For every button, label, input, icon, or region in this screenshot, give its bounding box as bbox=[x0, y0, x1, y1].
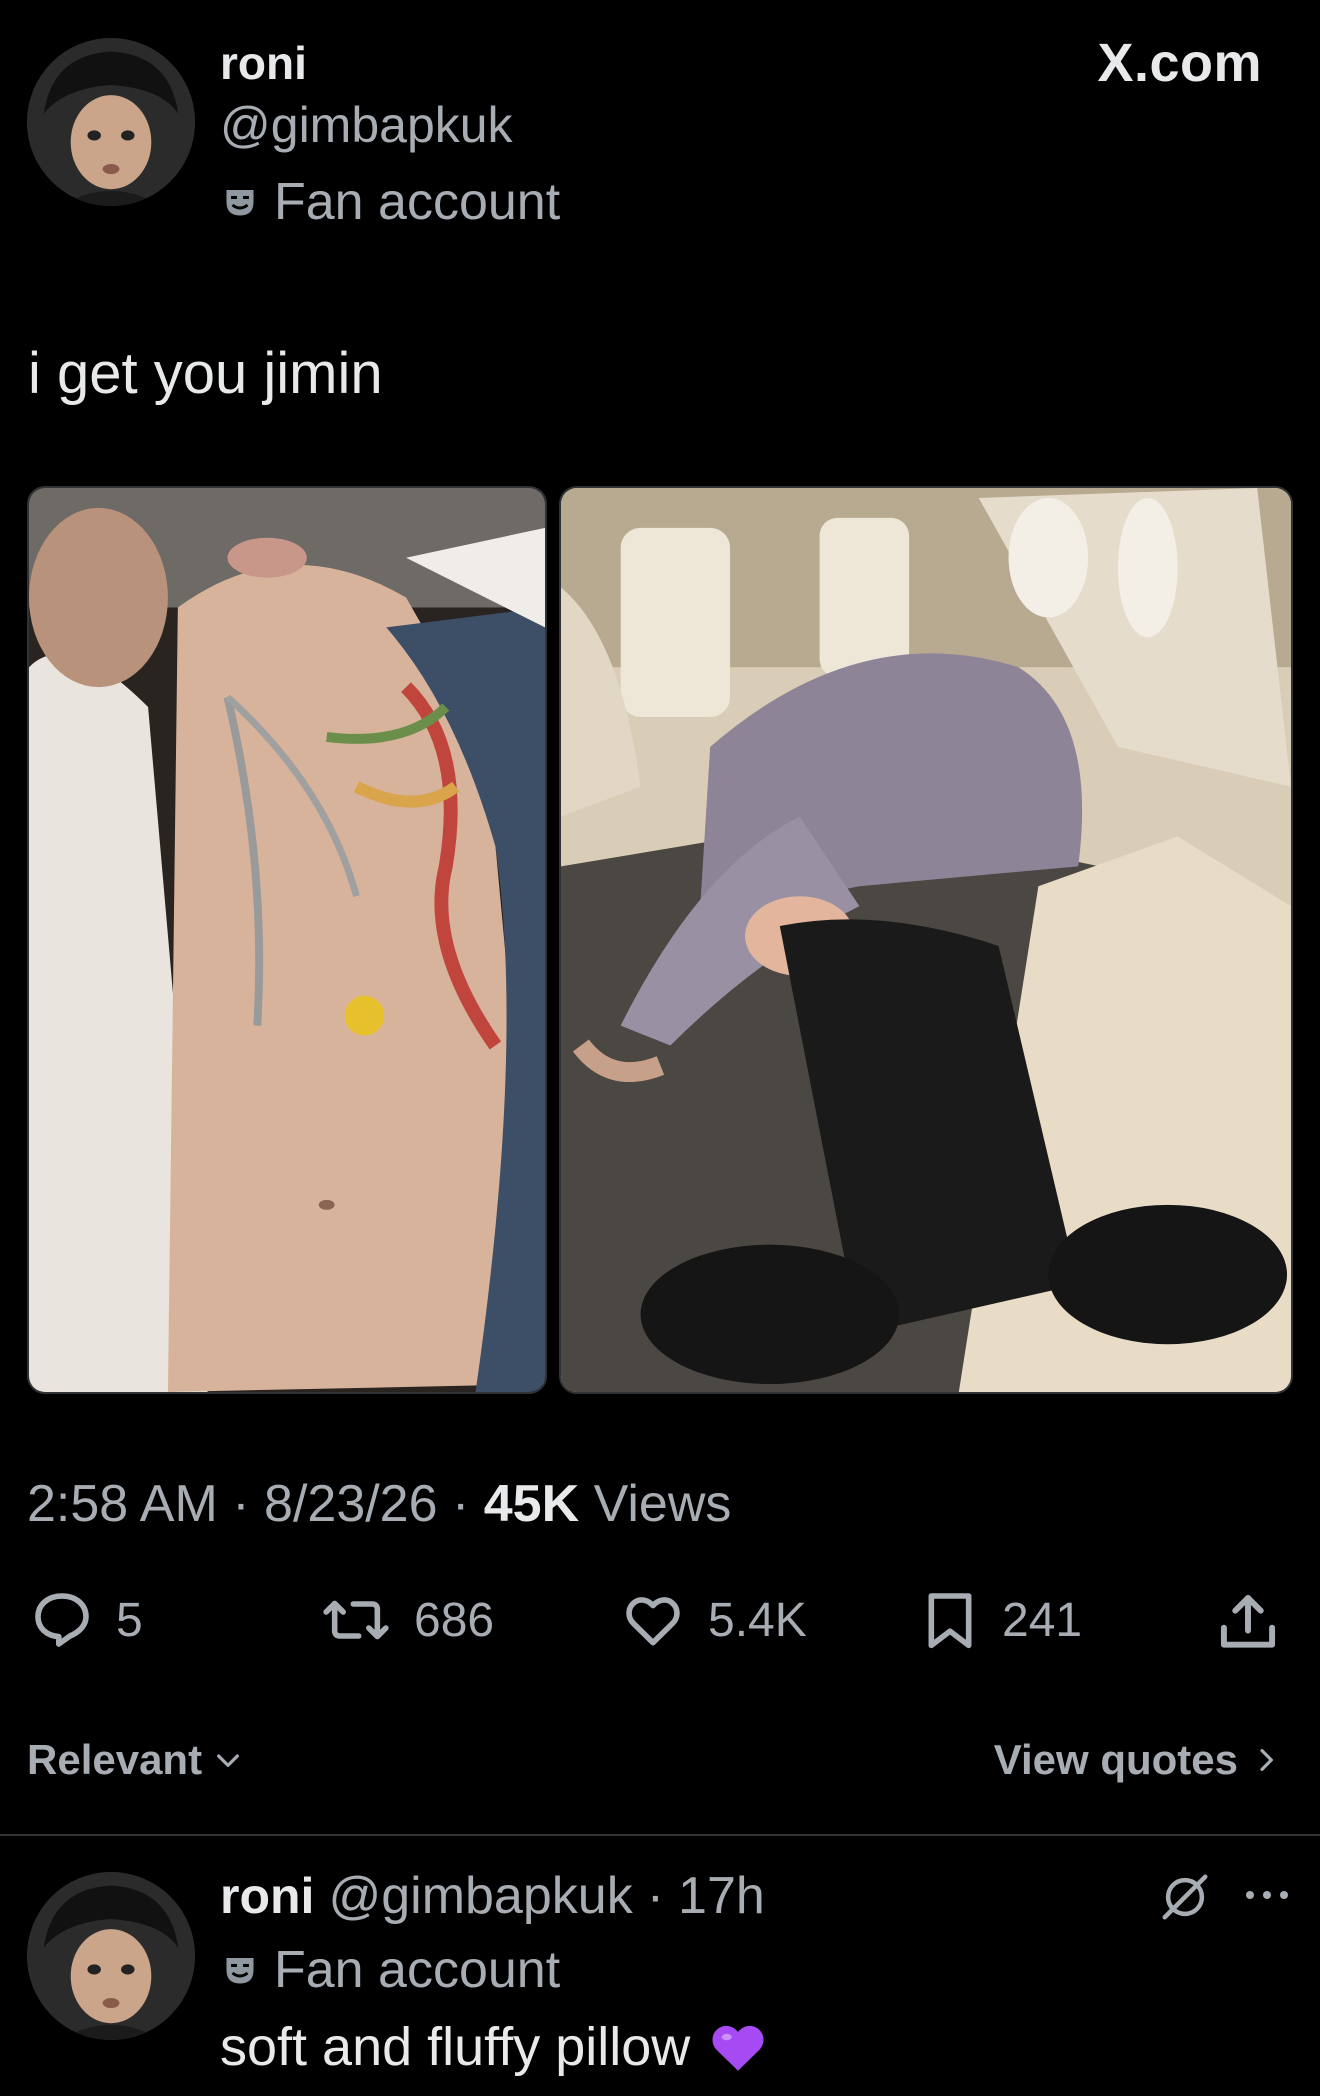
reply-button[interactable]: 5 bbox=[30, 1588, 143, 1652]
meta-separator: · bbox=[232, 1475, 250, 1533]
bookmark-count: 241 bbox=[1002, 1593, 1083, 1647]
purple-heart-emoji-icon bbox=[712, 2025, 764, 2071]
bookmark-icon bbox=[928, 1593, 972, 1649]
more-options-button[interactable] bbox=[1242, 1880, 1292, 1910]
reply-handle[interactable]: @gimbapkuk bbox=[328, 1866, 632, 1926]
author-display-name[interactable]: roni bbox=[220, 36, 307, 90]
theater-mask-icon bbox=[226, 1958, 254, 1984]
reply-bubble-icon bbox=[35, 1593, 89, 1647]
reply-count: 5 bbox=[116, 1593, 143, 1647]
views-count: 45K bbox=[483, 1475, 580, 1533]
share-button[interactable] bbox=[1214, 1588, 1282, 1656]
view-quotes-link[interactable]: View quotes bbox=[994, 1736, 1280, 1784]
reply-text: soft and fluffy pillow 💜 bbox=[220, 2016, 768, 2078]
reply-fan-account-badge: Fan account bbox=[222, 1940, 560, 2000]
bookmark-button[interactable]: 241 bbox=[920, 1588, 1082, 1652]
media-photo-left[interactable] bbox=[27, 486, 547, 1394]
author-handle[interactable]: @gimbapkuk bbox=[220, 96, 513, 154]
reply-fan-account-label: Fan account bbox=[274, 1941, 561, 1999]
grok-analyze-button[interactable] bbox=[1158, 1870, 1212, 1924]
reply-separator: · bbox=[646, 1867, 665, 1925]
fan-account-label: Fan account bbox=[274, 173, 561, 231]
source-watermark: X.com bbox=[1097, 33, 1262, 93]
tweet-meta: 2:58 AM · 8/23/26 · 45K Views bbox=[27, 1474, 731, 1534]
tweet-text: i get you jimin bbox=[28, 341, 383, 406]
fan-account-badge: Fan account bbox=[222, 172, 560, 232]
meta-separator: · bbox=[451, 1475, 470, 1533]
reply-sort-label: Relevant bbox=[27, 1736, 203, 1783]
repost-button[interactable]: 686 bbox=[320, 1588, 494, 1652]
tweet-date[interactable]: 8/23/26 bbox=[264, 1475, 438, 1533]
reply-display-name[interactable]: roni bbox=[220, 1867, 314, 1925]
reply-text-body: soft and fluffy pillow bbox=[220, 2017, 691, 2077]
like-count: 5.4K bbox=[708, 1593, 807, 1647]
view-quotes-label: View quotes bbox=[993, 1736, 1238, 1783]
chevron-down-icon bbox=[217, 1754, 240, 1767]
photo-airplane-cabin-icon bbox=[561, 488, 1291, 1392]
repost-count: 686 bbox=[414, 1593, 495, 1647]
reply-author-avatar[interactable] bbox=[27, 1872, 195, 2040]
share-icon bbox=[1220, 1594, 1276, 1648]
chevron-right-icon bbox=[1260, 1749, 1273, 1771]
photo-closeup-tattoo-icon bbox=[29, 488, 545, 1392]
reply-sort-dropdown[interactable]: Relevant bbox=[27, 1736, 244, 1784]
theater-mask-icon bbox=[226, 190, 254, 216]
tweet-time[interactable]: 2:58 AM bbox=[27, 1475, 218, 1533]
media-photo-right[interactable] bbox=[559, 486, 1293, 1394]
avatar-image bbox=[27, 38, 195, 206]
section-divider bbox=[0, 1834, 1320, 1836]
avatar-image bbox=[27, 1872, 195, 2040]
grok-icon bbox=[1162, 1874, 1208, 1920]
reply-time[interactable]: 17h bbox=[678, 1866, 765, 1926]
more-dots-icon bbox=[1246, 1891, 1288, 1899]
reply-header: roni @gimbapkuk · 17h bbox=[220, 1866, 765, 1926]
repost-icon bbox=[323, 1600, 389, 1640]
author-avatar[interactable] bbox=[27, 38, 195, 206]
like-button[interactable]: 5.4K bbox=[620, 1588, 807, 1652]
views-label: Views bbox=[593, 1475, 732, 1533]
heart-icon bbox=[626, 1597, 680, 1646]
